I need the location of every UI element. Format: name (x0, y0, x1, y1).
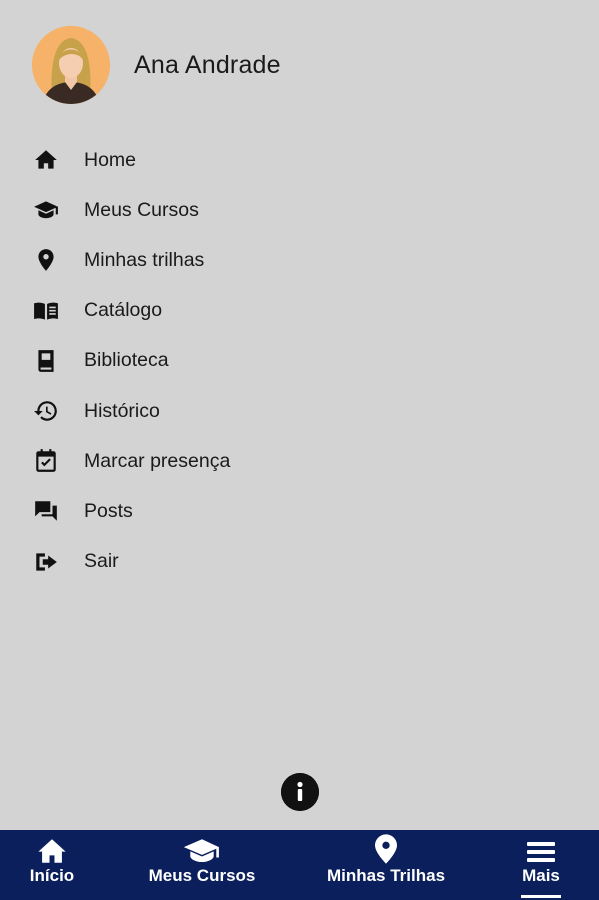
nav-item-meus-cursos[interactable]: Meus Cursos (142, 830, 262, 900)
bottom-nav: Início Meus Cursos Minhas Trilhas Mais (0, 830, 599, 900)
active-tab-indicator (521, 895, 561, 898)
nav-item-inicio[interactable]: Início (22, 830, 82, 900)
nav-item-label: Minhas Trilhas (326, 866, 446, 885)
menu-item-label: Meus Cursos (84, 198, 199, 221)
menu-item-sair[interactable]: Sair (0, 537, 599, 587)
menu-item-label: Home (84, 148, 137, 171)
graduation-cap-icon (32, 196, 60, 224)
sign-out-icon (32, 548, 60, 576)
nav-item-mais[interactable]: Mais (516, 830, 566, 900)
map-pin-icon (32, 246, 60, 274)
home-icon (37, 830, 67, 864)
chat-bubbles-icon (32, 497, 60, 525)
menu-item-meus-cursos[interactable]: Meus Cursos (0, 185, 599, 235)
calendar-check-icon (32, 447, 60, 475)
menu-item-biblioteca[interactable]: Biblioteca (0, 336, 599, 386)
home-icon (32, 146, 60, 174)
menu-item-catalogo[interactable]: Catálogo (0, 286, 599, 336)
nav-item-label: Início (29, 866, 75, 885)
menu-item-label: Posts (84, 499, 133, 522)
menu-item-label: Sair (84, 550, 119, 573)
side-menu: Home Meus Cursos Minhas trilhas Catálogo… (0, 135, 599, 587)
book-icon (32, 347, 60, 375)
info-button[interactable] (281, 773, 319, 811)
menu-item-label: Biblioteca (84, 349, 169, 372)
menu-item-posts[interactable]: Posts (0, 486, 599, 536)
history-icon (32, 397, 60, 425)
menu-item-label: Histórico (84, 399, 160, 422)
menu-item-marcar-presenca[interactable]: Marcar presença (0, 436, 599, 486)
avatar (32, 26, 110, 104)
menu-item-label: Minhas trilhas (84, 248, 205, 271)
nav-item-label: Meus Cursos (148, 866, 256, 885)
profile-header: Ana Andrade (32, 26, 281, 104)
menu-item-label: Catálogo (84, 299, 163, 322)
info-icon (281, 773, 319, 811)
menu-item-home[interactable]: Home (0, 135, 599, 185)
menu-item-label: Marcar presença (84, 449, 231, 472)
map-pin-icon (375, 830, 397, 864)
profile-name: Ana Andrade (134, 50, 281, 79)
nav-item-minhas-trilhas[interactable]: Minhas Trilhas (320, 830, 452, 900)
graduation-cap-icon (182, 830, 222, 864)
menu-item-minhas-trilhas[interactable]: Minhas trilhas (0, 235, 599, 285)
open-book-icon (32, 297, 60, 325)
nav-item-label: Mais (522, 866, 560, 885)
menu-item-historico[interactable]: Histórico (0, 386, 599, 436)
menu-icon (527, 830, 555, 864)
